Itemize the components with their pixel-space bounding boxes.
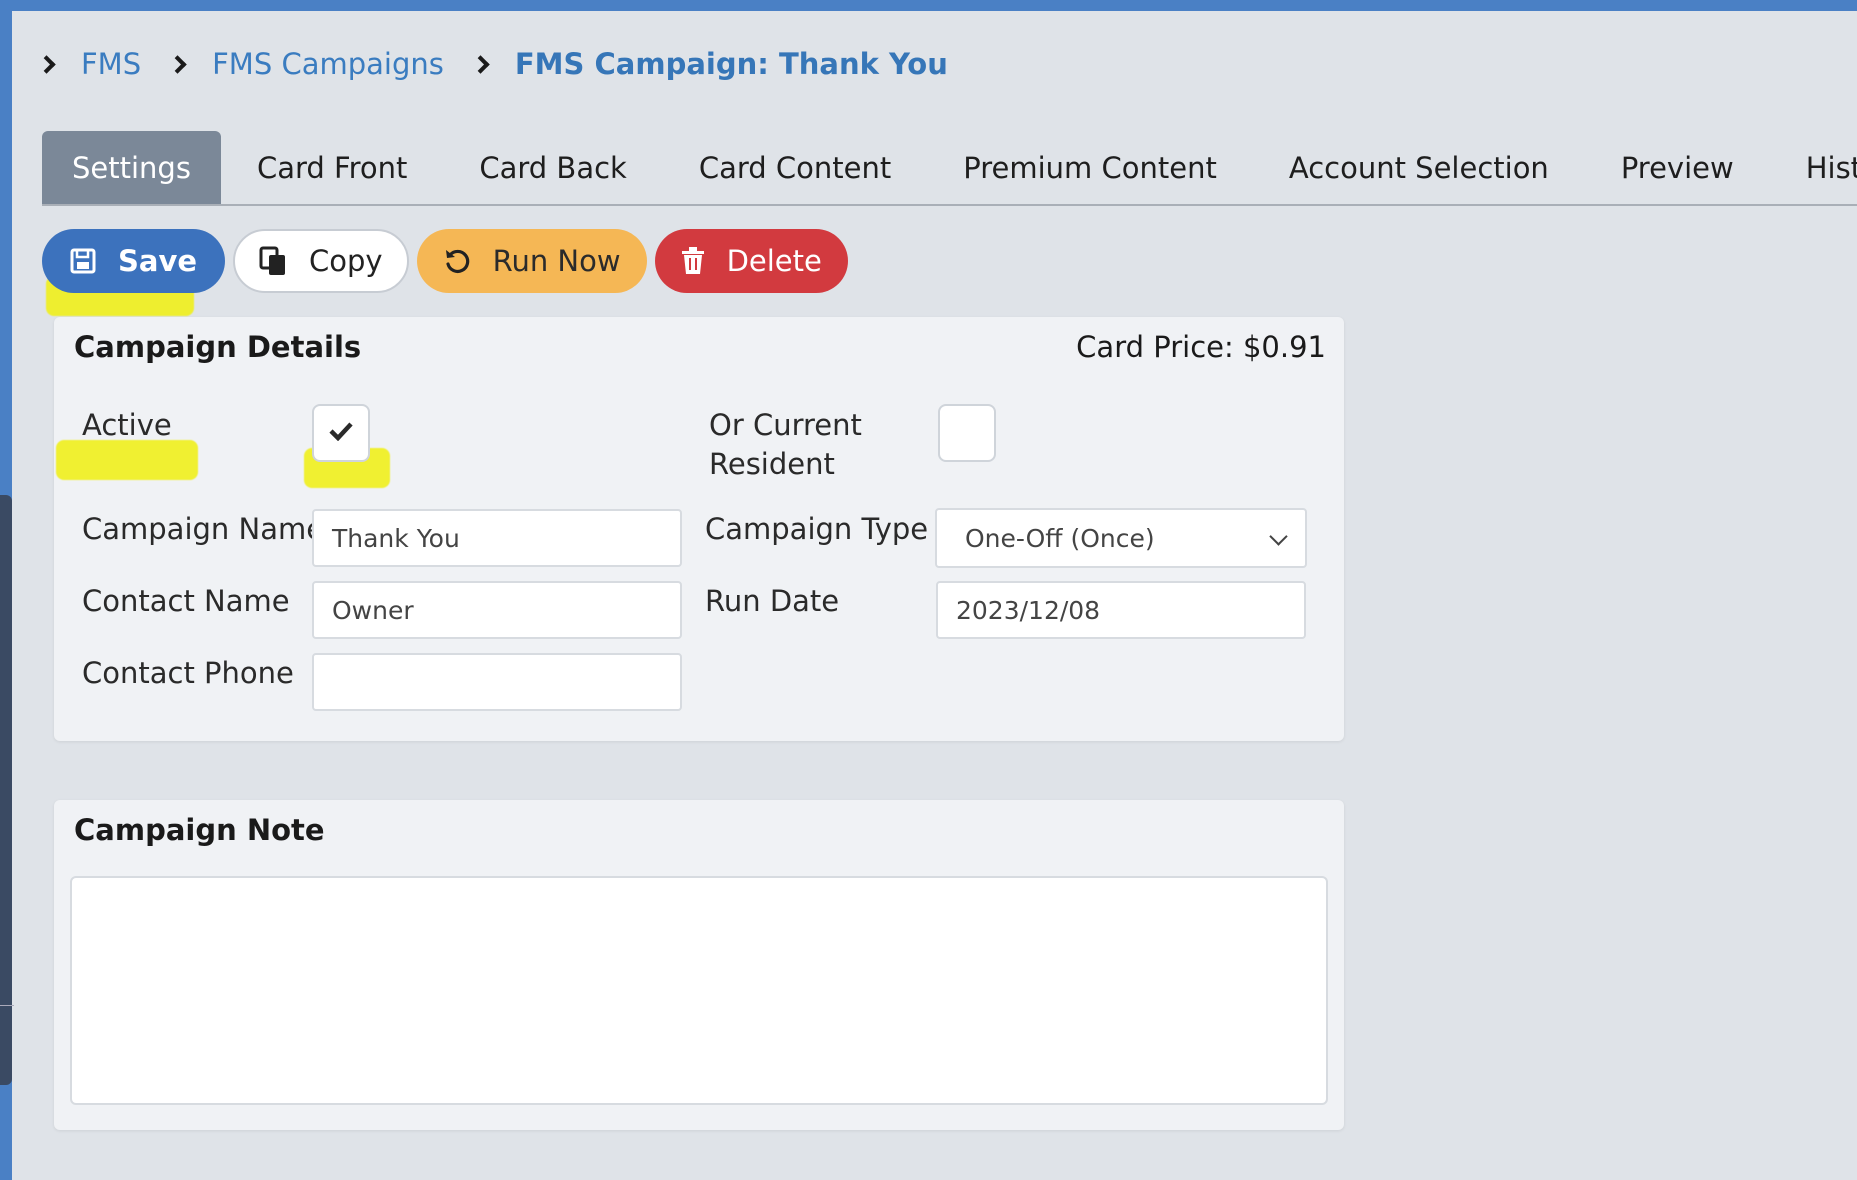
copy-button[interactable]: Copy xyxy=(233,229,409,293)
campaign-name-input[interactable]: Thank You xyxy=(312,509,682,567)
toolbar: Save Copy Run Now Delete xyxy=(42,229,848,293)
tab-card-back[interactable]: Card Back xyxy=(443,131,662,204)
tab-bar: Settings Card Front Card Back Card Conte… xyxy=(42,131,1857,206)
campaign-details-panel: Campaign Details Card Price: $0.91 Activ… xyxy=(54,317,1344,741)
campaign-type-selected-value: One-Off (Once) xyxy=(965,523,1155,553)
tab-settings[interactable]: Settings xyxy=(42,131,221,204)
tab-history[interactable]: History xyxy=(1770,131,1857,204)
breadcrumb-link-fms[interactable]: FMS xyxy=(81,47,141,81)
campaign-note-textarea[interactable] xyxy=(70,876,1328,1105)
chevron-down-icon xyxy=(1269,527,1288,546)
tab-premium-content[interactable]: Premium Content xyxy=(927,131,1253,204)
left-sidebar-scroll-handle[interactable] xyxy=(0,495,12,1085)
highlight-mark-active-label xyxy=(56,440,198,480)
contact-name-input[interactable]: Owner xyxy=(312,581,682,639)
active-checkbox[interactable] xyxy=(312,404,370,462)
rotate-left-icon xyxy=(443,247,471,275)
or-current-resident-label-line1: Or Current xyxy=(709,408,862,442)
delete-button-label: Delete xyxy=(726,244,822,278)
save-button[interactable]: Save xyxy=(42,229,226,293)
run-date-label: Run Date xyxy=(705,584,840,618)
run-now-button[interactable]: Run Now xyxy=(416,229,647,293)
run-date-input[interactable]: 2023/12/08 xyxy=(936,581,1306,639)
tab-card-content[interactable]: Card Content xyxy=(663,131,927,204)
campaign-type-label: Campaign Type xyxy=(705,512,929,546)
checkmark-icon xyxy=(329,421,353,445)
contact-phone-input[interactable] xyxy=(312,653,682,711)
contact-phone-label: Contact Phone xyxy=(82,656,294,690)
tab-preview[interactable]: Preview xyxy=(1585,131,1770,204)
campaign-type-select[interactable]: One-Off (Once) xyxy=(935,508,1307,568)
campaign-note-panel: Campaign Note xyxy=(54,800,1344,1130)
breadcrumb-link-fms-campaigns[interactable]: FMS Campaigns xyxy=(212,47,444,81)
contact-name-label: Contact Name xyxy=(82,584,290,618)
active-label: Active xyxy=(82,408,172,442)
save-button-label: Save xyxy=(118,244,198,278)
trash-icon xyxy=(681,247,705,275)
campaign-name-label: Campaign Name xyxy=(82,512,325,546)
tab-account-selection[interactable]: Account Selection xyxy=(1253,131,1585,204)
delete-button[interactable]: Delete xyxy=(654,229,848,293)
or-current-resident-label-line2: Resident xyxy=(709,447,835,481)
campaign-details-title: Campaign Details xyxy=(74,330,362,364)
copy-icon xyxy=(259,246,287,276)
chevron-right-icon xyxy=(37,54,56,74)
top-bar xyxy=(0,0,1857,11)
chevron-right-icon xyxy=(168,54,187,74)
campaign-note-title: Campaign Note xyxy=(74,813,325,847)
breadcrumb-current-page: FMS Campaign: Thank You xyxy=(514,47,948,81)
or-current-resident-checkbox[interactable] xyxy=(938,404,996,462)
left-sidebar-divider xyxy=(0,1005,14,1006)
floppy-disk-icon xyxy=(70,248,96,274)
tab-card-front[interactable]: Card Front xyxy=(221,131,443,204)
run-now-button-label: Run Now xyxy=(492,244,621,278)
breadcrumb: FMS FMS Campaigns FMS Campaign: Thank Yo… xyxy=(37,44,978,84)
copy-button-label: Copy xyxy=(309,244,383,278)
card-price: Card Price: $0.91 xyxy=(1076,330,1326,364)
chevron-right-icon xyxy=(471,54,490,74)
